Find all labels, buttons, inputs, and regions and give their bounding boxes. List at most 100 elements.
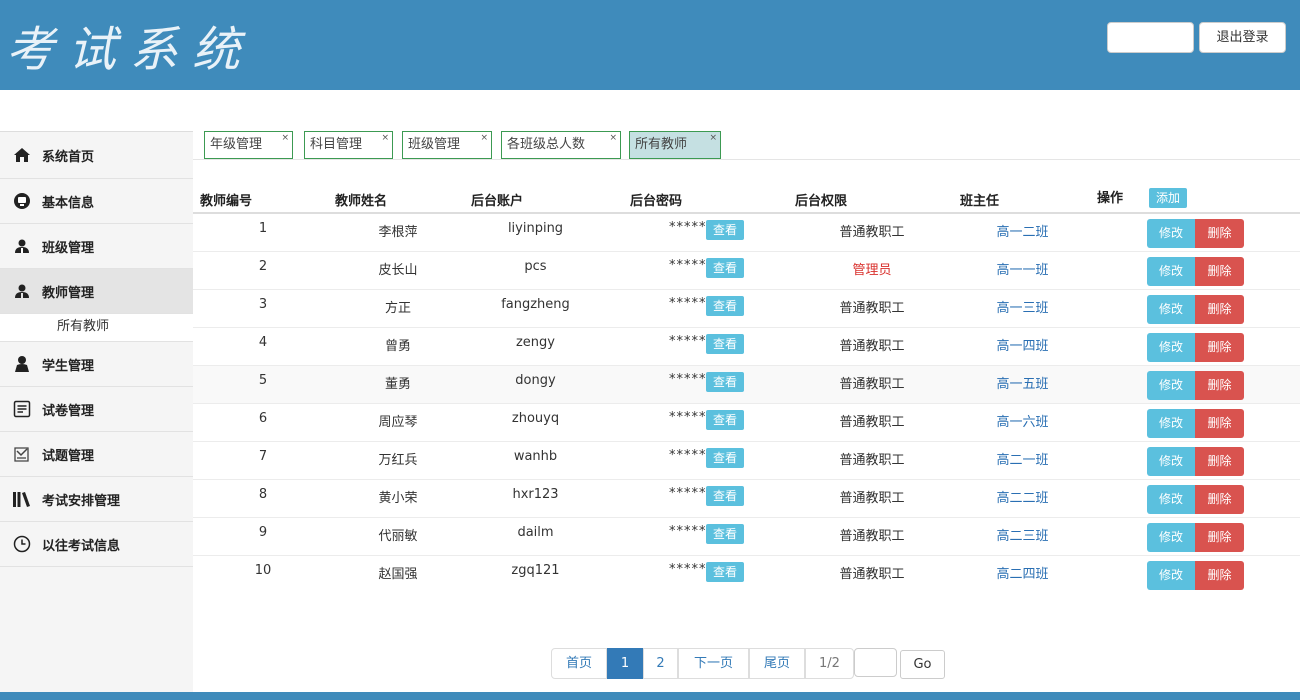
cell-permission: 普通教职工: [839, 529, 905, 544]
view-password-button[interactable]: 查看: [706, 296, 744, 316]
tab-subject-management[interactable]: 科目管理 ×: [304, 131, 393, 159]
col-permission: 后台权限: [795, 194, 848, 209]
sidebar-item-basic-info[interactable]: 基本信息: [0, 179, 193, 224]
sidebar-item-exam-schedule[interactable]: 考试安排管理: [0, 477, 193, 522]
edit-button[interactable]: 修改: [1147, 409, 1195, 438]
view-password-button[interactable]: 查看: [706, 448, 744, 468]
edit-button[interactable]: 修改: [1147, 219, 1195, 248]
tab-class-totals[interactable]: 各班级总人数 ×: [501, 131, 621, 159]
view-password-button[interactable]: 查看: [706, 410, 744, 430]
cell-class-link[interactable]: 高一二班: [955, 221, 1090, 240]
header-input[interactable]: [1107, 22, 1194, 53]
close-icon[interactable]: ×: [381, 134, 389, 143]
sidebar-item-home[interactable]: 系统首页: [0, 132, 193, 179]
sidebar-item-question-management[interactable]: 试题管理: [0, 432, 193, 477]
col-teacher-id: 教师编号: [200, 194, 253, 209]
delete-button[interactable]: 删除: [1195, 333, 1244, 362]
cell-permission: 管理员: [852, 263, 892, 278]
edit-button[interactable]: 修改: [1147, 523, 1195, 552]
close-icon[interactable]: ×: [480, 134, 488, 143]
view-password-button[interactable]: 查看: [706, 258, 744, 278]
sidebar-subitem-all-teachers[interactable]: 所有教师: [0, 314, 193, 342]
cell-account: pcs: [524, 259, 547, 274]
tab-all-teachers[interactable]: 所有教师 ×: [629, 131, 721, 159]
tab-class-management[interactable]: 班级管理 ×: [402, 131, 492, 159]
page-number-input[interactable]: [854, 648, 897, 677]
cell-class-link[interactable]: 高一四班: [955, 335, 1090, 354]
view-password-button[interactable]: 查看: [706, 486, 744, 506]
page-2-button[interactable]: 2: [643, 648, 678, 679]
edit-button[interactable]: 修改: [1147, 295, 1195, 324]
edit-button[interactable]: 修改: [1147, 485, 1195, 514]
footer-bar: [0, 692, 1300, 700]
cell-class-link[interactable]: 高二四班: [955, 563, 1090, 582]
delete-button[interactable]: 删除: [1195, 447, 1244, 476]
cell-permission: 普通教职工: [839, 339, 905, 354]
sidebar-item-label: 学生管理: [42, 358, 95, 374]
sidebar-item-label: 班级管理: [42, 240, 95, 256]
cell-class-link[interactable]: 高一五班: [955, 373, 1090, 392]
view-password-button[interactable]: 查看: [706, 562, 744, 582]
cell-password: ******: [669, 372, 714, 387]
cell-permission: 普通教职工: [839, 453, 905, 468]
delete-button[interactable]: 删除: [1195, 257, 1244, 286]
edit-button[interactable]: 修改: [1147, 371, 1195, 400]
table-row: 4 曾勇 zengy ****** 查看 普通教职工 高一四班 修改 删除: [193, 328, 1300, 366]
delete-button[interactable]: 删除: [1195, 485, 1244, 514]
delete-button[interactable]: 删除: [1195, 523, 1244, 552]
delete-button[interactable]: 删除: [1195, 219, 1244, 248]
cell-password: ******: [669, 410, 714, 425]
cell-name: 曾勇: [384, 339, 411, 354]
cell-name: 方正: [384, 301, 411, 316]
last-page-button[interactable]: 尾页: [749, 648, 805, 679]
sidebar-item-label: 以往考试信息: [42, 538, 121, 554]
cell-class-link[interactable]: 高二一班: [955, 449, 1090, 468]
cell-password: ******: [669, 486, 714, 501]
table-row: 1 李根萍 liyinping ****** 查看 普通教职工 高一二班 修改 …: [193, 214, 1300, 252]
table-row: 3 方正 fangzheng ****** 查看 普通教职工 高一三班 修改 删…: [193, 290, 1300, 328]
cell-class-link[interactable]: 高二二班: [955, 487, 1090, 506]
delete-button[interactable]: 删除: [1195, 295, 1244, 324]
close-icon[interactable]: ×: [609, 134, 617, 143]
first-page-button[interactable]: 首页: [551, 648, 607, 679]
edit-button[interactable]: 修改: [1147, 447, 1195, 476]
cell-password: ******: [669, 220, 714, 235]
cell-class-link[interactable]: 高一一班: [955, 259, 1090, 278]
edit-button[interactable]: 修改: [1147, 561, 1195, 590]
sidebar-item-label: 试题管理: [42, 448, 95, 464]
questions-icon: [12, 445, 32, 463]
tab-label: 各班级总人数: [507, 137, 586, 152]
close-icon[interactable]: ×: [709, 134, 717, 143]
delete-button[interactable]: 删除: [1195, 409, 1244, 438]
logout-button[interactable]: 退出登录: [1199, 22, 1286, 53]
sidebar-item-student-management[interactable]: 学生管理: [0, 342, 193, 387]
view-password-button[interactable]: 查看: [706, 372, 744, 392]
col-operations: 操作: [1097, 191, 1124, 206]
col-teacher-name: 教师姓名: [335, 194, 388, 209]
edit-button[interactable]: 修改: [1147, 333, 1195, 362]
cell-class-link[interactable]: 高一六班: [955, 411, 1090, 430]
sidebar-item-class-management[interactable]: 班级管理: [0, 224, 193, 269]
cell-id: 5: [258, 373, 268, 388]
next-page-button[interactable]: 下一页: [678, 648, 749, 679]
tab-grade-management[interactable]: 年级管理 ×: [204, 131, 293, 159]
delete-button[interactable]: 删除: [1195, 371, 1244, 400]
close-icon[interactable]: ×: [281, 134, 289, 143]
view-password-button[interactable]: 查看: [706, 220, 744, 240]
go-button[interactable]: Go: [900, 650, 945, 679]
cell-account: zengy: [515, 335, 555, 350]
cell-class-link[interactable]: 高二三班: [955, 525, 1090, 544]
delete-button[interactable]: 删除: [1195, 561, 1244, 590]
paper-icon: [12, 400, 32, 418]
view-password-button[interactable]: 查看: [706, 524, 744, 544]
sidebar-item-label: 基本信息: [42, 195, 95, 211]
edit-button[interactable]: 修改: [1147, 257, 1195, 286]
sidebar-item-past-exams[interactable]: 以往考试信息: [0, 522, 193, 567]
cell-class-link[interactable]: 高一三班: [955, 297, 1090, 316]
add-button[interactable]: 添加: [1149, 188, 1187, 208]
page-1-button[interactable]: 1: [607, 648, 643, 679]
sidebar-item-paper-management[interactable]: 试卷管理: [0, 387, 193, 432]
sidebar-item-teacher-management[interactable]: 教师管理: [0, 269, 193, 314]
view-password-button[interactable]: 查看: [706, 334, 744, 354]
col-account: 后台账户: [471, 194, 524, 209]
